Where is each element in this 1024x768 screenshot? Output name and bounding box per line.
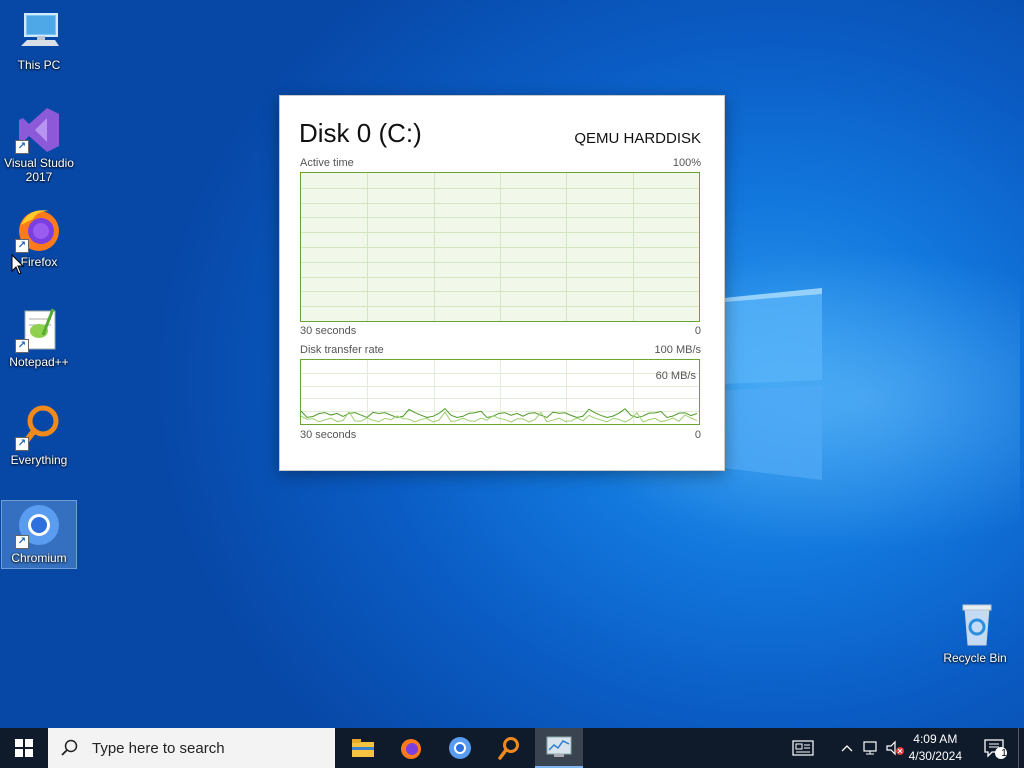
chromium-icon — [449, 737, 471, 759]
disk-title: Disk 0 (C:) — [299, 118, 422, 148]
search-placeholder: Type here to search — [92, 739, 225, 757]
notification-count: 1 — [1001, 748, 1007, 759]
chromium-icon: ↗ — [15, 501, 63, 549]
taskbar-everything[interactable] — [486, 728, 532, 768]
show-desktop-button[interactable] — [1018, 728, 1024, 768]
desktop-icon-label: Everything — [10, 453, 68, 467]
search-icon — [61, 739, 78, 756]
disk-model: QEMU HARDDISK — [574, 130, 701, 147]
news-icon — [792, 740, 814, 756]
desktop-icon-this-pc[interactable]: This PC — [2, 8, 76, 72]
file-explorer-icon — [352, 739, 374, 757]
notification-center-button[interactable]: 1 — [978, 728, 1012, 768]
start-button[interactable] — [0, 728, 48, 768]
mouse-cursor-icon — [11, 254, 25, 275]
active-time-max-label: 100% — [672, 157, 701, 169]
news-widget-button[interactable] — [786, 728, 820, 768]
clock-date: 4/30/2024 — [908, 749, 962, 763]
notepad-plus-plus-icon: ↗ — [15, 305, 63, 353]
desktop-icon-notepad-plus-plus[interactable]: ↗ Notepad++ — [2, 305, 76, 369]
network-status[interactable] — [860, 728, 882, 768]
active-time-duration-label: 30 seconds — [300, 325, 357, 337]
shortcut-arrow-icon: ↗ — [15, 535, 29, 549]
desktop-icon-label: Chromium — [11, 551, 67, 565]
network-icon — [863, 741, 877, 755]
show-hidden-icons-button[interactable] — [838, 728, 856, 768]
shortcut-arrow-icon: ↗ — [15, 339, 29, 353]
everything-icon — [498, 737, 519, 760]
taskbar-chromium[interactable] — [437, 728, 483, 768]
this-pc-icon — [15, 8, 63, 56]
everything-search-icon: ↗ — [15, 403, 63, 451]
active-time-graph — [300, 172, 700, 322]
recycle-bin-icon — [951, 601, 999, 649]
clock-time: 4:09 AM — [913, 732, 958, 746]
shortcut-arrow-icon: ↗ — [15, 140, 29, 154]
taskbar-search-box[interactable]: Type here to search — [48, 728, 335, 768]
firefox-icon: ↗ — [15, 205, 63, 253]
windows-start-icon — [15, 739, 33, 757]
shortcut-arrow-icon: ↗ — [15, 437, 29, 451]
transfer-rate-label: Disk transfer rate — [300, 344, 384, 356]
desktop-icon-visual-studio[interactable]: ↗ Visual Studio 2017 — [2, 106, 76, 184]
resource-monitor-icon — [546, 736, 572, 757]
desktop-icon-label: Recycle Bin — [943, 651, 1007, 665]
taskbar-clock[interactable]: 4:09 AM 4/30/2024 — [909, 731, 962, 765]
desktop-icon-label: Visual Studio 2017 — [4, 156, 74, 184]
transfer-rate-duration-label: 30 seconds — [300, 429, 357, 441]
volume-muted-icon — [886, 740, 904, 756]
active-time-label: Active time — [300, 157, 354, 169]
desktop-icon-chromium[interactable]: ↗ Chromium — [1, 500, 77, 569]
disk-performance-widget[interactable]: Disk 0 (C:) QEMU HARDDISK Active time 10… — [279, 95, 725, 471]
desktop-icon-label: This PC — [17, 58, 61, 72]
visual-studio-icon: ↗ — [15, 106, 63, 154]
desktop-icon-recycle-bin[interactable]: Recycle Bin — [938, 601, 1012, 665]
active-time-min-label: 0 — [694, 325, 701, 337]
taskbar-resource-monitor[interactable] — [535, 728, 583, 768]
transfer-rate-max-label: 100 MB/s — [654, 344, 701, 356]
wallpaper-windows-logo — [724, 288, 822, 480]
desktop: This PC ↗ Visual Studio 2017 ↗ Firefox ↗… — [0, 0, 1024, 728]
firefox-icon — [401, 739, 421, 759]
volume-control[interactable] — [884, 728, 906, 768]
transfer-rate-graph — [300, 359, 700, 425]
desktop-icon-everything[interactable]: ↗ Everything — [2, 403, 76, 467]
desktop-icon-label: Firefox — [20, 255, 58, 269]
chevron-up-icon — [841, 745, 853, 752]
taskbar-firefox[interactable] — [388, 728, 434, 768]
desktop-icon-label: Notepad++ — [9, 355, 69, 369]
transfer-rate-mid-label: 60 MB/s — [655, 370, 696, 382]
transfer-rate-min-label: 0 — [694, 429, 701, 441]
taskbar-file-explorer[interactable] — [340, 728, 386, 768]
shortcut-arrow-icon: ↗ — [15, 239, 29, 253]
taskbar: Type here to search 4:09 AM 4/30/2024 1 — [0, 728, 1024, 768]
